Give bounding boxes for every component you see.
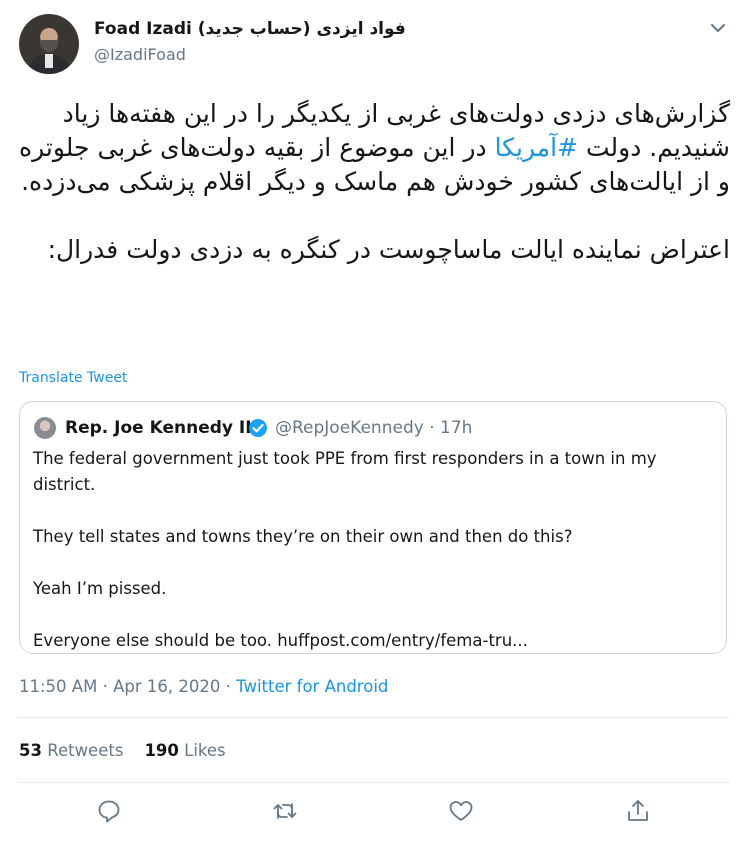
tweet-stats: 53 Retweets 190 Likes <box>19 740 247 762</box>
meta-separator: · <box>429 418 435 438</box>
retweet-icon[interactable] <box>271 797 299 825</box>
avatar-collar <box>45 54 53 68</box>
quoted-line: They tell states and towns they’re on th… <box>33 527 573 546</box>
share-icon[interactable] <box>624 797 652 825</box>
meta-separator: · <box>225 677 231 696</box>
chevron-down-icon[interactable] <box>707 17 729 39</box>
hashtag-link[interactable]: #آمریکا <box>495 133 578 162</box>
like-icon[interactable] <box>447 797 475 825</box>
quoted-author-name[interactable]: Rep. Joe Kennedy III <box>65 417 258 439</box>
tweet-text: گزارش‌های دزدی دولت‌های غربی از یکدیگر ر… <box>18 97 730 267</box>
author-handle[interactable]: @IzadiFoad <box>94 44 186 66</box>
quoted-tweet-meta: @RepJoeKennedy · 17h <box>275 417 472 439</box>
likes-count: 190 <box>144 741 179 760</box>
quoted-tweet-text: The federal government just took PPE fro… <box>33 446 713 654</box>
meta-separator: · <box>102 677 108 696</box>
quoted-author-avatar[interactable] <box>34 417 56 439</box>
retweets-count: 53 <box>19 741 42 760</box>
reply-icon[interactable] <box>95 797 123 825</box>
tweet-paragraph-1: گزارش‌های دزدی دولت‌های غربی از یکدیگر ر… <box>18 97 730 199</box>
likes-label: Likes <box>184 741 226 760</box>
quoted-line: Yeah I’m pissed. <box>33 579 167 598</box>
translate-tweet-link[interactable]: Translate Tweet <box>19 369 127 387</box>
quoted-tweet-time[interactable]: 17h <box>440 418 472 438</box>
quoted-tweet[interactable]: Rep. Joe Kennedy III @RepJoeKennedy · 17… <box>19 401 727 654</box>
tweet-date[interactable]: Apr 16, 2020 <box>113 677 220 696</box>
author-display-name[interactable]: Foad Izadi (فواد ایزدی (حساب جدید <box>94 18 406 40</box>
tweet-time[interactable]: 11:50 AM <box>19 677 97 696</box>
quoted-line: Everyone else should be too. huffpost.co… <box>33 631 528 650</box>
divider <box>18 782 730 783</box>
likes-stat[interactable]: 190 Likes <box>144 740 225 762</box>
avatar-beard <box>40 40 58 52</box>
quoted-author-handle[interactable]: @RepJoeKennedy <box>275 418 424 438</box>
quoted-line: The federal government just took PPE fro… <box>33 449 657 494</box>
tweet-card: Foad Izadi (فواد ایزدی (حساب جدید @Izadi… <box>0 0 748 841</box>
retweets-stat[interactable]: 53 Retweets <box>19 740 123 762</box>
tweet-timestamp: 11:50 AM · Apr 16, 2020 · Twitter for An… <box>19 676 388 698</box>
tweet-source-link[interactable]: Twitter for Android <box>236 677 388 696</box>
divider <box>18 717 730 718</box>
retweets-label: Retweets <box>47 741 124 760</box>
tweet-paragraph-2: اعتراض نماینده ایالت ماساچوست در کنگره ب… <box>47 235 730 264</box>
verified-badge-icon <box>248 418 268 438</box>
author-avatar[interactable] <box>19 14 79 74</box>
